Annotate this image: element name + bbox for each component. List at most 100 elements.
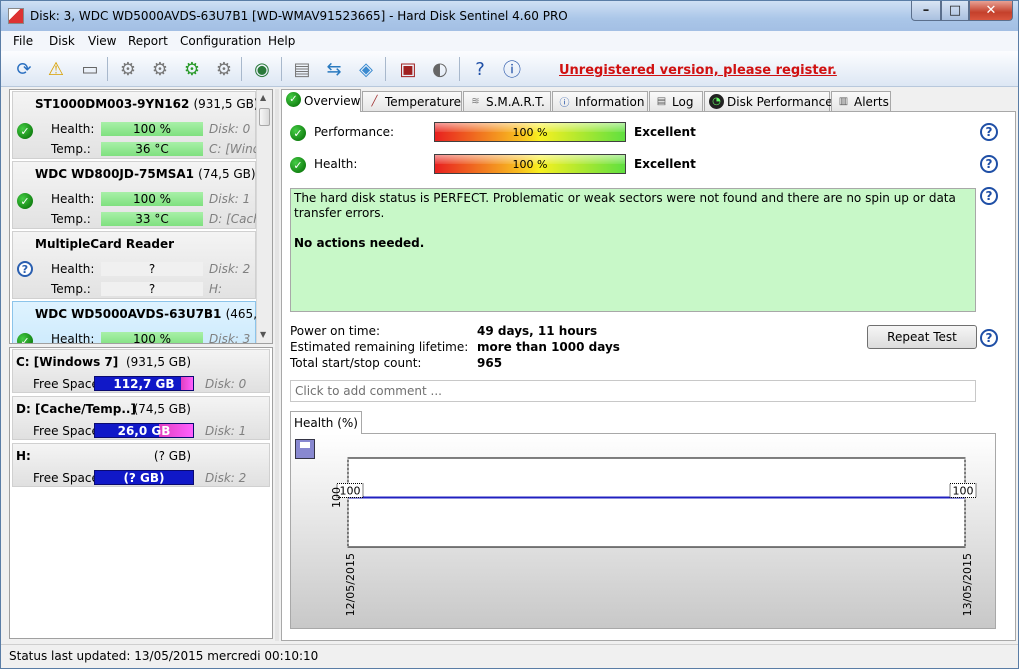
help-icon[interactable]: ? (980, 155, 998, 173)
minimize-button[interactable]: – (911, 1, 941, 21)
help-icon[interactable]: ? (980, 123, 998, 141)
network-icon[interactable]: ◈ (353, 56, 379, 82)
status-ok-icon: ✓ (17, 333, 33, 343)
health-value: 100 % (512, 158, 548, 171)
warning-icon[interactable]: ⚠ (43, 56, 69, 82)
disk-name: WDC WD800JD-75MSA1 (35, 167, 194, 181)
tab-alerts[interactable]: ▥ Alerts (831, 91, 891, 111)
menu-help[interactable]: Help (268, 34, 295, 48)
menu-bar: File Disk View Report Configuration Help (1, 31, 1018, 51)
disk-name: MultipleCard Reader (35, 237, 175, 251)
performance-ok-icon: ✓ (290, 125, 306, 141)
status-text: The hard disk status is PERFECT. Problem… (294, 191, 956, 220)
disk-tool-icon[interactable]: ⚙ (211, 56, 237, 82)
free-space-value: 112,7 GB (113, 376, 175, 391)
free-space-value: 26,0 GB (117, 423, 171, 438)
volume-list: C: [Windows 7] (931,5 GB) Free Space 112… (9, 347, 273, 639)
disk-item-0[interactable]: ST1000DM003-9YN162 (931,5 GB) ✓ Health: … (12, 91, 259, 159)
help-icon[interactable]: ? (980, 329, 998, 347)
drive-ref: H: (209, 282, 223, 296)
tab-label: Log (672, 94, 694, 109)
panel-splitter[interactable] (275, 89, 279, 641)
volume-name: C: [Windows 7] (16, 355, 119, 369)
tab-health-chart[interactable]: Health (%) (290, 411, 362, 434)
disk-name: WDC WD5000AVDS-63U7B1 (35, 307, 222, 321)
disk-test-icon[interactable]: ⚙ (115, 56, 141, 82)
tab-smart[interactable]: ≋ S.M.A.R.T. (463, 91, 551, 111)
help-icon[interactable]: ? (980, 187, 998, 205)
comment-input[interactable]: Click to add comment ... (290, 380, 976, 402)
disk-ref: Disk: 1 (205, 424, 247, 438)
status-ok-icon: ✓ (17, 123, 33, 139)
disk-ok-icon[interactable]: ⚙ (179, 56, 205, 82)
temp-bar: 33 °C (101, 212, 203, 226)
lifetime-label: Estimated remaining lifetime: (290, 340, 469, 354)
disk-item-1[interactable]: WDC WD800JD-75MSA1 (74,5 GB) ✓ Health: 1… (12, 161, 257, 229)
document-icon[interactable]: ▤ (289, 56, 315, 82)
tab-label: Temperature (385, 94, 462, 109)
tab-log[interactable]: ▤ Log (649, 91, 703, 111)
scroll-up-icon[interactable]: ▲ (260, 93, 266, 102)
close-button[interactable]: ✕ (969, 1, 1013, 21)
disk-name: ST1000DM003-9YN162 (35, 97, 190, 111)
info-icon[interactable]: ⓘ (499, 56, 525, 82)
tab-information[interactable]: ⓘ Information (552, 91, 648, 111)
health-label: Health: (314, 157, 358, 171)
startstop-value: 965 (477, 356, 503, 370)
app-window: Disk: 3, WDC WD5000AVDS-63U7B1 [WD-WMAV9… (0, 0, 1019, 669)
free-space-label: Free Space (33, 424, 99, 438)
scroll-thumb[interactable] (259, 108, 270, 126)
health-bar: 100 % (434, 154, 626, 174)
info-icon: ⓘ (559, 98, 570, 109)
menu-disk[interactable]: Disk (49, 34, 75, 48)
menu-view[interactable]: View (88, 34, 116, 48)
monitor-icon[interactable]: ▣ (395, 56, 421, 82)
volume-item-h[interactable]: H: (? GB) Free Space (? GB) Disk: 2 (12, 443, 270, 487)
smart-icon: ≋ (471, 96, 480, 107)
point-label: 100 (953, 485, 974, 498)
menu-file[interactable]: File (13, 34, 33, 48)
window-title: Disk: 3, WDC WD5000AVDS-63U7B1 [WD-WMAV9… (30, 9, 568, 23)
tab-temperature[interactable]: ╱ Temperature (362, 91, 462, 111)
register-link[interactable]: Unregistered version, please register. (559, 63, 837, 78)
title-bar[interactable]: Disk: 3, WDC WD5000AVDS-63U7B1 [WD-WMAV9… (1, 1, 1018, 31)
volume-item-d[interactable]: D: [Cache/Temp..] (74,5 GB) Free Space 2… (12, 396, 270, 440)
tab-bar: ✓ Overview ╱ Temperature ≋ S.M.A.R.T. ⓘ Info… (281, 89, 1016, 112)
menu-configuration[interactable]: Configuration (180, 34, 261, 48)
menu-report[interactable]: Report (128, 34, 168, 48)
repeat-test-button[interactable]: Repeat Test (867, 325, 977, 349)
disk-surface-icon[interactable]: ⚙ (147, 56, 173, 82)
maximize-button[interactable]: □ (941, 1, 969, 21)
disk-list-scrollbar[interactable]: ▲ ▼ (256, 90, 272, 343)
health-bar: 100 % (101, 122, 203, 136)
globe-icon[interactable]: ◉ (249, 56, 275, 82)
plot-area (347, 457, 966, 548)
app-icon[interactable] (8, 8, 24, 24)
sync-icon[interactable]: ⇆ (321, 56, 347, 82)
volume-item-c[interactable]: C: [Windows 7] (931,5 GB) Free Space 112… (12, 349, 270, 393)
performance-label: Performance: (314, 125, 395, 139)
volume-size: (931,5 GB) (125, 355, 191, 369)
startstop-label: Total start/stop count: (290, 356, 422, 370)
log-icon: ▤ (656, 96, 667, 107)
temp-bar: 36 °C (101, 142, 203, 156)
scroll-down-icon[interactable]: ▼ (260, 330, 266, 339)
tab-disk-performance[interactable]: ◔ Disk Performance (704, 91, 833, 111)
status-description[interactable]: The hard disk status is PERFECT. Problem… (290, 188, 976, 312)
x-tick-label: 13/05/2015 (961, 553, 974, 616)
tab-label: Information (575, 94, 645, 109)
refresh-icon[interactable]: ⟳ (11, 56, 37, 82)
tab-overview[interactable]: ✓ Overview (281, 89, 361, 112)
free-space-bar: (? GB) (94, 470, 194, 485)
disk-item-2[interactable]: MultipleCard Reader ? Health: ? Disk: 2 … (12, 231, 256, 299)
disk-item-3[interactable]: WDC WD5000AVDS-63U7B1 (465,8 GB) ✓ Healt… (12, 301, 272, 343)
speaker-icon[interactable]: ◐ (427, 56, 453, 82)
status-ok-icon: ✓ (17, 193, 33, 209)
tab-label: Overview (304, 94, 361, 108)
disk-drive-icon[interactable]: ▭ (77, 56, 103, 82)
health-label: Health: (51, 192, 95, 206)
health-label: Health: (51, 262, 95, 276)
y-tick-label: 100 (330, 487, 343, 508)
help-icon[interactable]: ? (467, 56, 493, 82)
health-ok-icon: ✓ (290, 157, 306, 173)
